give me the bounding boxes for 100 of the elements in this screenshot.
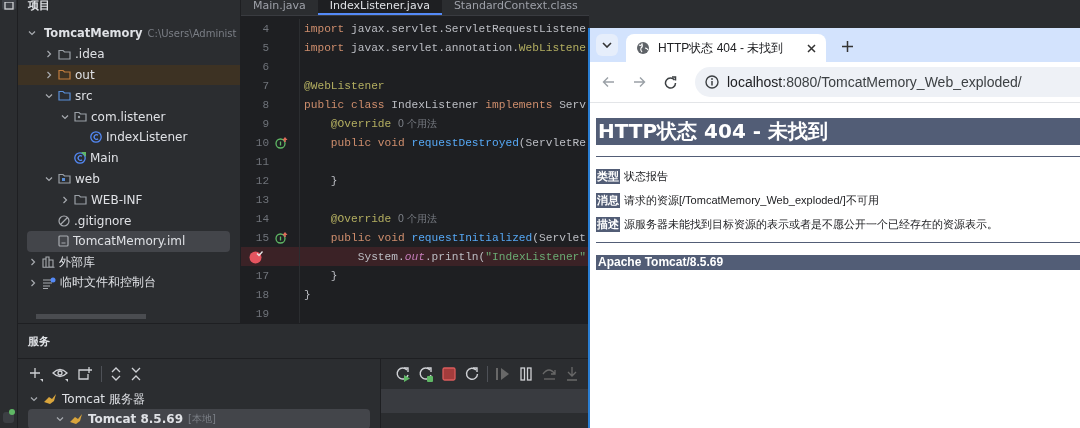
chevron-icon[interactable] xyxy=(45,50,53,59)
tree-item[interactable]: .idea xyxy=(18,43,230,65)
chevron-icon[interactable] xyxy=(29,258,37,267)
collapse-icon[interactable] xyxy=(130,366,142,382)
tree-item[interactable]: src xyxy=(18,85,230,107)
refresh-icon[interactable] xyxy=(464,366,480,382)
tree-label: TomcatMemory.iml xyxy=(73,234,186,249)
line-number: 14 xyxy=(254,212,269,225)
reload-icon[interactable] xyxy=(664,75,677,89)
tree-label: Main xyxy=(90,151,119,166)
eye-icon[interactable] xyxy=(52,366,69,382)
field-label: 消息 xyxy=(596,192,620,208)
browser-tab[interactable]: HTTP状态 404 - 未找到 xyxy=(626,34,826,62)
close-icon[interactable] xyxy=(807,43,816,53)
service-item[interactable]: Tomcat 服务器 xyxy=(18,389,380,409)
code-line: import javax.servlet.ServletRequestListene xyxy=(304,22,586,35)
line-number: 10 xyxy=(254,136,269,149)
editor-tab[interactable]: IndexListener.java xyxy=(317,0,442,15)
code-line: public class IndexListener implements Serv xyxy=(304,98,586,111)
code-line: import javax.servlet.annotation.WebListene xyxy=(304,41,586,54)
code-line: } xyxy=(304,288,311,301)
folder-icon xyxy=(74,194,87,206)
line-number: 11 xyxy=(254,155,269,168)
field-text: 状态报告 xyxy=(624,168,668,184)
override-icon[interactable] xyxy=(275,136,288,149)
line-number: 17 xyxy=(254,269,269,282)
line-number: 13 xyxy=(254,193,269,206)
scratch-icon xyxy=(42,276,56,289)
breakpoint-icon[interactable] xyxy=(249,249,263,264)
line-number: 4 xyxy=(261,22,269,35)
folder-icon xyxy=(58,173,71,185)
tree-item[interactable]: Main xyxy=(18,147,230,169)
tab-title: HTTP状态 404 - 未找到 xyxy=(658,39,785,57)
code-line: System.out.println("IndexListener" xyxy=(356,250,587,263)
tree-item[interactable]: WEB-INF xyxy=(18,189,230,211)
library-icon xyxy=(42,256,55,269)
tree-item[interactable]: IndexListener xyxy=(18,127,230,148)
tomcat-icon xyxy=(43,393,57,405)
chevron-icon[interactable] xyxy=(45,91,53,100)
field-label: 描述 xyxy=(596,216,620,232)
address-bar[interactable]: localhost:8080/TomcatMemory_Web_exploded/ xyxy=(695,67,1080,97)
class-icon xyxy=(74,152,86,165)
update-icon[interactable] xyxy=(418,366,434,382)
tree-label: web xyxy=(75,171,100,186)
module-path: C:\Users\Administ xyxy=(147,27,237,39)
tree-label: 临时文件和控制台 xyxy=(60,274,156,292)
services-tool-icon[interactable] xyxy=(1,408,16,424)
info-icon[interactable] xyxy=(705,75,719,89)
chevron-icon[interactable] xyxy=(56,415,64,423)
project-tool-icon[interactable] xyxy=(1,0,16,10)
new-tab-icon[interactable] xyxy=(77,366,93,382)
expand-icon[interactable] xyxy=(110,366,122,382)
folder-icon xyxy=(58,90,71,102)
chevron-icon[interactable] xyxy=(45,71,53,79)
chevron-icon[interactable] xyxy=(29,278,37,287)
stop-icon[interactable] xyxy=(441,366,457,382)
code-line: public void requestInitialized(Servlet xyxy=(329,231,586,244)
rerun-icon[interactable] xyxy=(395,366,411,382)
line-number: 9 xyxy=(261,117,269,130)
tree-item[interactable]: 外部库 xyxy=(18,251,230,273)
tree-item[interactable]: TomcatMemory.iml xyxy=(27,230,230,252)
tree-item[interactable]: com.listener xyxy=(18,106,230,127)
field-label: 类型 xyxy=(596,168,620,184)
class-icon xyxy=(90,131,102,144)
line-number: 15 xyxy=(254,231,269,244)
field-text: 源服务器未能找到目标资源的表示或者是不愿公开一个已经存在的资源表示。 xyxy=(624,216,998,232)
chevron-icon[interactable] xyxy=(61,195,69,204)
tree-label: .gitignore xyxy=(74,213,132,228)
override-icon[interactable] xyxy=(275,231,288,244)
code-line: public void requestDestroyed(ServletRe xyxy=(329,136,586,149)
folder-icon xyxy=(58,48,71,60)
code-line: } xyxy=(329,269,338,282)
tree-item[interactable]: out xyxy=(18,64,240,86)
editor-tab[interactable]: StandardContext.class xyxy=(441,0,589,15)
server-footer: Apache Tomcat/8.5.69 xyxy=(596,255,1080,270)
line-number: 7 xyxy=(261,79,269,92)
tree-item[interactable]: web xyxy=(18,168,230,190)
tree-label: IndexListener xyxy=(106,130,188,145)
panel-title: 项目 xyxy=(27,0,51,14)
chevron-icon[interactable] xyxy=(28,29,36,38)
chevron-icon[interactable] xyxy=(61,112,69,121)
service-label: Tomcat 8.5.69 xyxy=(88,412,183,426)
code-line: } xyxy=(329,174,338,187)
tree-label: TomcatMemory xyxy=(44,26,143,41)
globe-icon xyxy=(636,41,650,55)
tree-label: WEB-INF xyxy=(91,192,143,207)
add-icon[interactable] xyxy=(28,366,44,382)
tab-list-button[interactable] xyxy=(596,34,618,56)
new-tab-icon[interactable] xyxy=(842,41,853,52)
tree-item[interactable]: .gitignore xyxy=(18,210,230,231)
code-line: @Override 0 个用法 xyxy=(329,211,438,226)
tree-label: .idea xyxy=(75,47,105,62)
tree-label: src xyxy=(75,88,93,103)
chevron-icon[interactable] xyxy=(30,395,38,403)
tree-label: out xyxy=(75,68,95,82)
line-number: 18 xyxy=(254,288,269,301)
tree-item[interactable]: 临时文件和控制台 xyxy=(18,272,230,294)
pause-icon[interactable] xyxy=(518,366,534,382)
chevron-icon[interactable] xyxy=(45,174,53,183)
editor-tab[interactable]: Main.java xyxy=(241,0,318,15)
